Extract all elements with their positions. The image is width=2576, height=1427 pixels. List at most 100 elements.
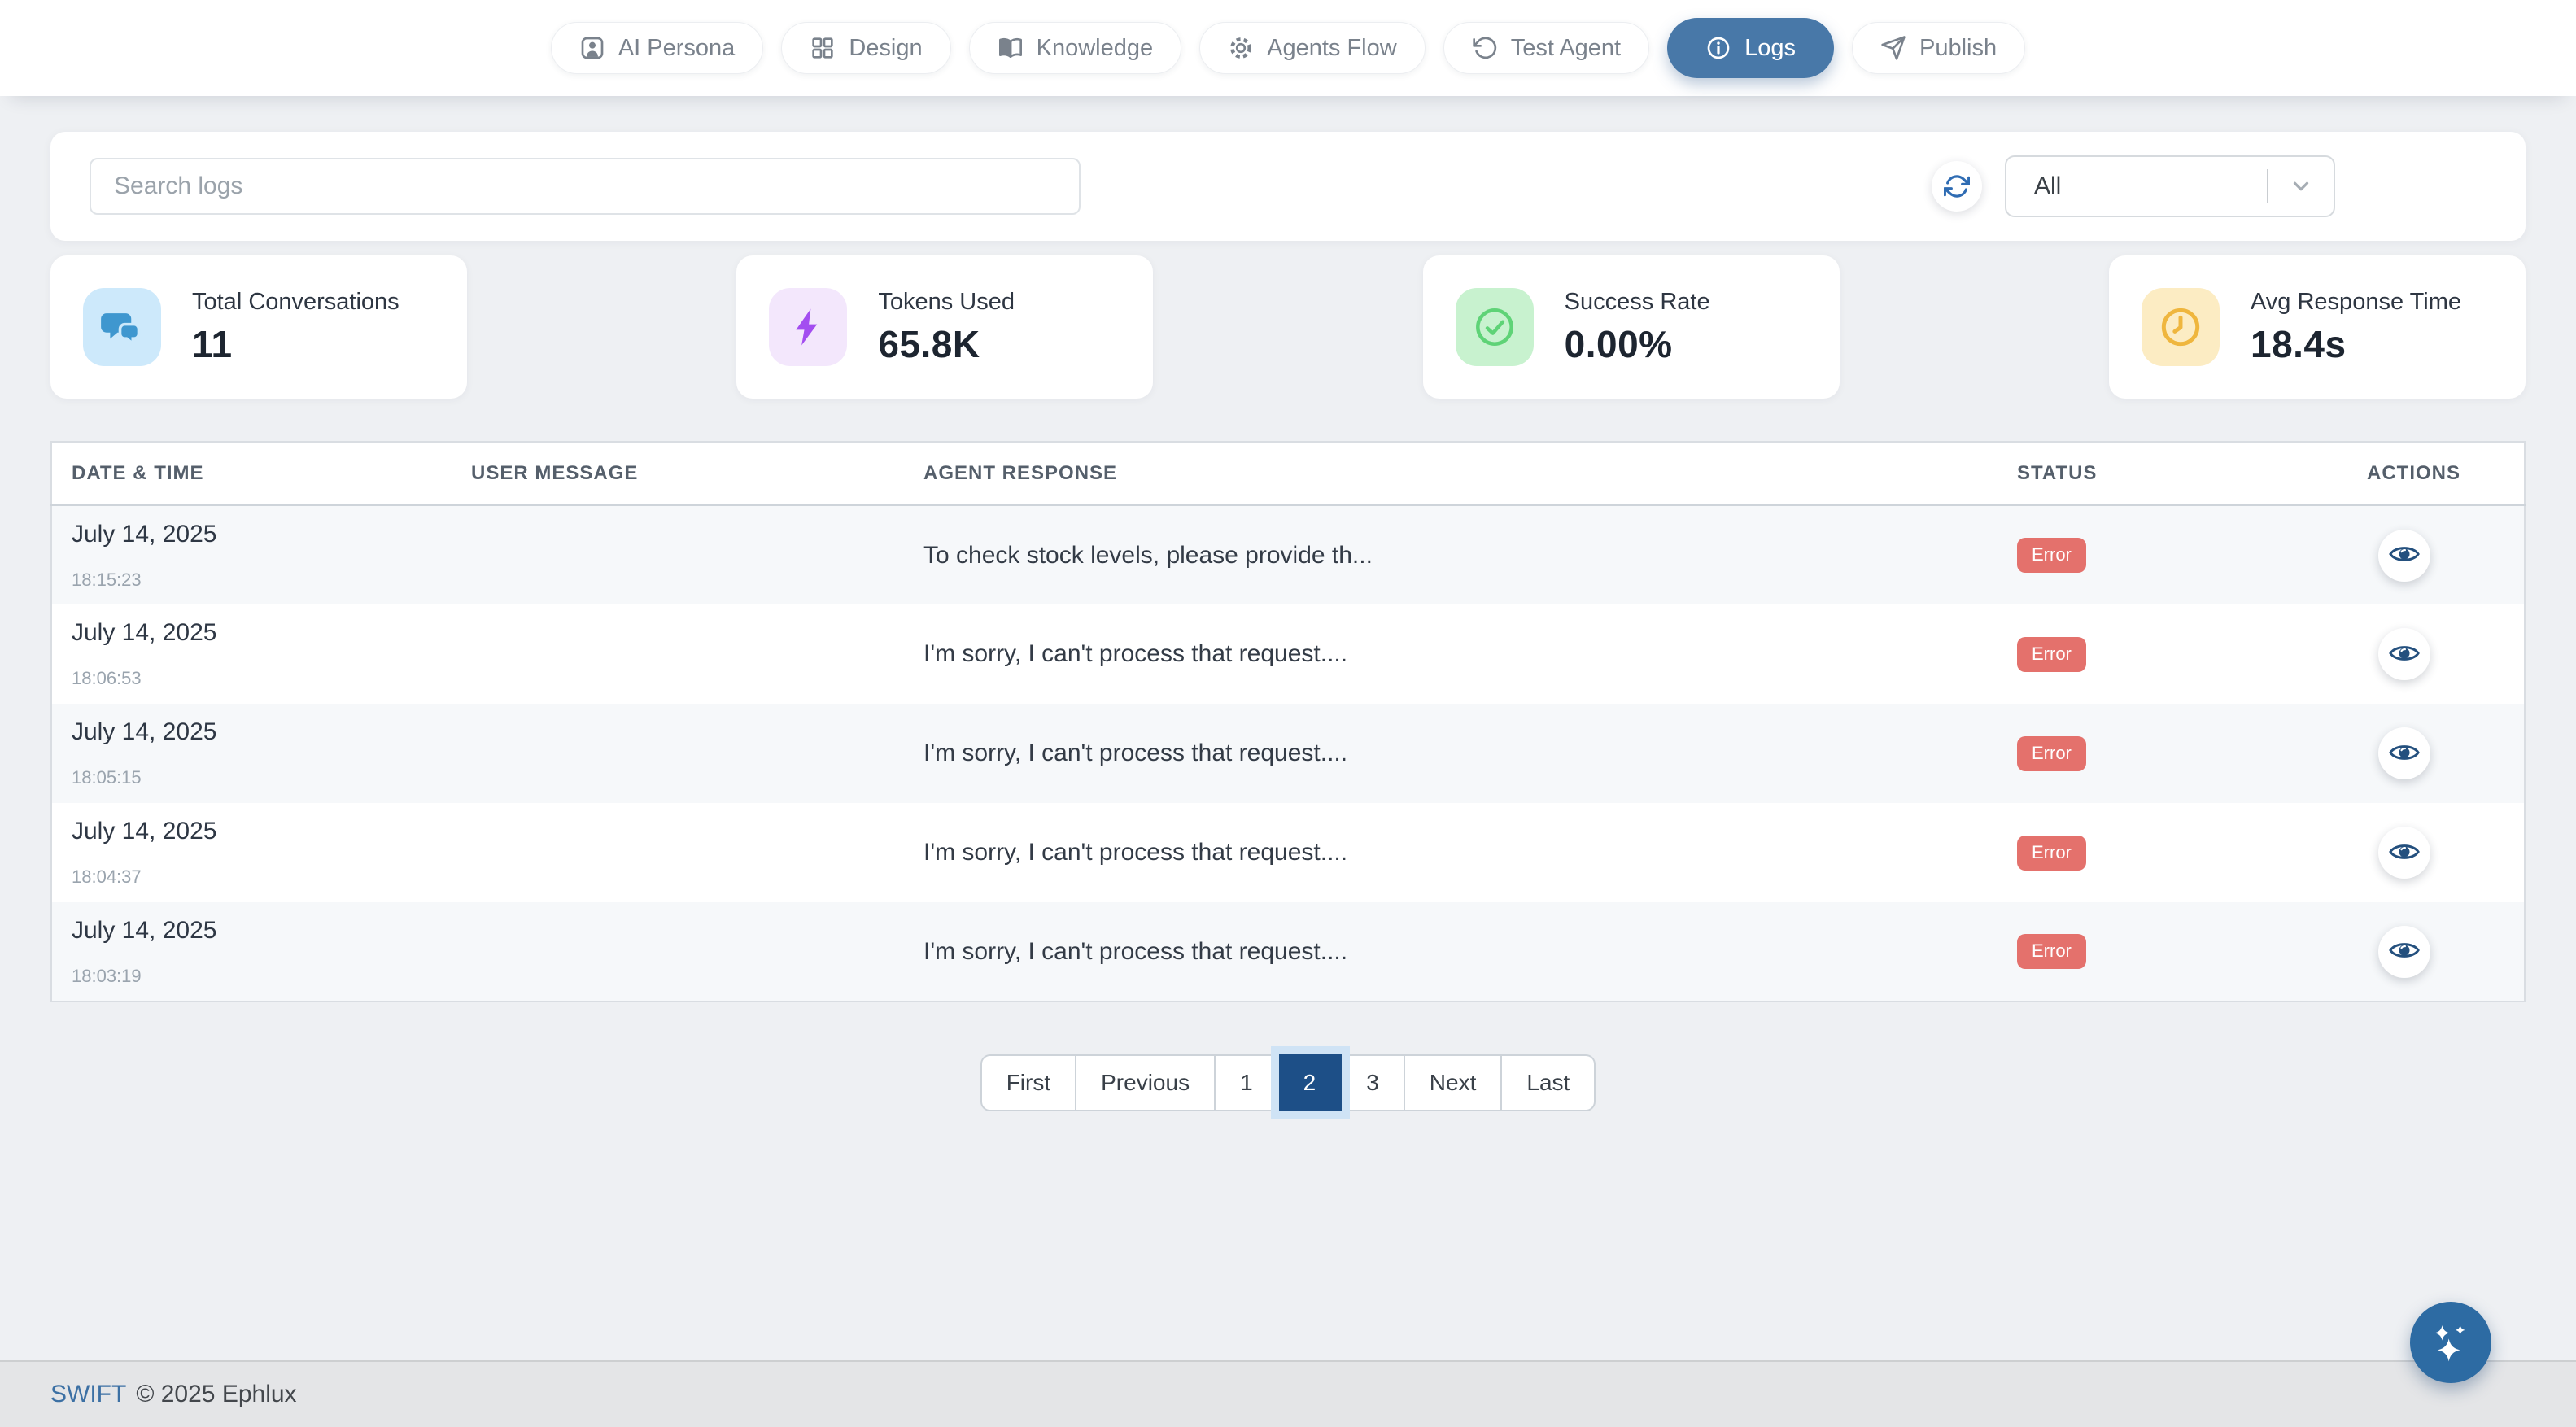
view-log-button[interactable] <box>2378 926 2430 978</box>
clock-icon <box>2142 288 2220 366</box>
log-date: July 14, 2025 <box>72 718 452 746</box>
page-footer: SWIFT © 2025 Ephlux <box>0 1360 2576 1427</box>
pagination-last-button[interactable]: Last <box>1502 1054 1596 1111</box>
tab-label: Publish <box>1919 35 1997 62</box>
bolt-icon <box>769 288 847 366</box>
cell-date-time: July 14, 2025 18:05:15 <box>51 704 452 803</box>
pagination: First Previous 1 2 3 Next Last <box>50 1054 2526 1111</box>
tab-design[interactable]: Design <box>781 22 950 74</box>
agent-response-text: To check stock levels, please provide th… <box>923 542 1373 569</box>
log-time: 18:03:19 <box>72 966 452 987</box>
eye-icon <box>2389 940 2420 963</box>
sparkles-icon <box>2428 1320 2473 1365</box>
pager-group: First Previous 1 2 3 Next Last <box>980 1054 1596 1111</box>
stat-text: Tokens Used 65.8K <box>878 289 1015 366</box>
cell-status: Error <box>1997 803 2347 902</box>
rotate-icon <box>1472 35 1498 61</box>
cell-status: Error <box>1997 704 2347 803</box>
view-log-button[interactable] <box>2378 727 2430 779</box>
tab-label: Test Agent <box>1511 35 1621 62</box>
tab-test-agent[interactable]: Test Agent <box>1443 22 1649 74</box>
eye-icon <box>2389 543 2420 567</box>
status-filter-value: All <box>2034 172 2061 200</box>
stat-value: 0.00% <box>1565 322 1710 366</box>
stat-card-success-rate: Success Rate 0.00% <box>1423 255 1840 399</box>
cell-actions <box>2347 604 2525 704</box>
chevron-down-icon <box>2268 174 2334 199</box>
cell-agent-response: I'm sorry, I can't process that request.… <box>904 803 1997 902</box>
stat-text: Success Rate 0.00% <box>1565 289 1710 366</box>
tab-agents-flow[interactable]: Agents Flow <box>1199 22 1426 74</box>
refresh-button[interactable] <box>1932 161 1982 212</box>
stat-value: 18.4s <box>2251 322 2461 366</box>
stat-card-total-conversations: Total Conversations 11 <box>50 255 467 399</box>
pagination-page-1-button[interactable]: 1 <box>1216 1054 1279 1111</box>
stats-row: Total Conversations 11 Tokens Used 65.8K <box>50 255 2526 399</box>
pagination-first-button[interactable]: First <box>980 1054 1076 1111</box>
status-badge: Error <box>2017 538 2086 573</box>
table-row: July 14, 2025 18:05:15 I'm sorry, I can't … <box>51 704 2525 803</box>
gear-icon <box>1228 35 1254 61</box>
pagination-previous-button[interactable]: Previous <box>1076 1054 1216 1111</box>
cell-date-time: July 14, 202518:04:37 <box>51 803 452 902</box>
tab-publish[interactable]: Publish <box>1852 22 2025 74</box>
check-circle-icon <box>1456 288 1534 366</box>
column-header-user-message: USER MESSAGE <box>452 442 904 505</box>
table-row: July 14, 2025 18:15:23 To check stock leve… <box>51 505 2525 604</box>
cell-status: Error <box>1997 604 2347 704</box>
chat-icon <box>83 288 161 366</box>
table-row: July 14, 2025 18:03:19 I'm sorry, I can't … <box>51 902 2525 1002</box>
view-log-button[interactable] <box>2378 628 2430 680</box>
brand-link[interactable]: SWIFT <box>50 1381 126 1408</box>
log-date: July 14, 2025 <box>72 917 452 945</box>
stat-label: Success Rate <box>1565 289 1710 316</box>
pagination-page-2-button[interactable]: 2 <box>1279 1054 1343 1111</box>
pagination-page-3-button[interactable]: 3 <box>1342 1054 1405 1111</box>
search-input[interactable] <box>90 158 1081 215</box>
status-badge: Error <box>2017 736 2086 771</box>
tab-logs[interactable]: Logs <box>1667 18 1834 78</box>
status-badge: Error <box>2017 934 2086 969</box>
cell-agent-response: I'm sorry, I can't process that request.… <box>904 704 1997 803</box>
stat-card-avg-response-time: Avg Response Time 18.4s <box>2109 255 2526 399</box>
agent-response-text: I'm sorry, I can't process that request.… <box>923 740 1347 766</box>
book-icon <box>998 35 1024 61</box>
cell-date-time: July 14, 2025 18:03:19 <box>51 902 452 1002</box>
ai-assistant-fab[interactable] <box>2410 1302 2491 1383</box>
eye-icon <box>2389 643 2420 666</box>
tab-ai-persona[interactable]: AI Persona <box>551 22 763 74</box>
view-log-button[interactable] <box>2378 530 2430 582</box>
info-icon <box>1705 35 1731 61</box>
stat-text: Total Conversations 11 <box>192 289 399 366</box>
persona-icon <box>579 35 605 61</box>
table-row: July 14, 202518:06:53I'm sorry, I can't … <box>51 604 2525 704</box>
pagination-next-button[interactable]: Next <box>1405 1054 1503 1111</box>
status-filter-dropdown[interactable]: All <box>2005 155 2335 217</box>
agent-response-text: I'm sorry, I can't process that request.… <box>923 938 1347 965</box>
log-time: 18:04:37 <box>72 866 452 888</box>
tab-label: Design <box>849 35 922 62</box>
cell-status: Error <box>1997 902 2347 1002</box>
stat-label: Avg Response Time <box>2251 289 2461 316</box>
cell-actions <box>2347 803 2525 902</box>
cell-user-message <box>452 803 904 902</box>
cell-actions <box>2347 902 2525 1002</box>
agent-response-text: I'm sorry, I can't process that request.… <box>923 640 1347 667</box>
cell-agent-response: I'm sorry, I can't process that request.… <box>904 902 1997 1002</box>
column-header-agent-response: AGENT RESPONSE <box>904 442 1997 505</box>
tab-knowledge[interactable]: Knowledge <box>969 22 1182 74</box>
log-date: July 14, 2025 <box>72 521 452 548</box>
logs-toolbar: All <box>50 132 2526 241</box>
tab-label: Knowledge <box>1037 35 1154 62</box>
stat-label: Total Conversations <box>192 289 399 316</box>
main-content: All Total Conversations 11 <box>0 132 2576 1111</box>
column-header-date-time: DATE & TIME <box>51 442 452 505</box>
column-header-status: STATUS <box>1997 442 2347 505</box>
log-time: 18:15:23 <box>72 569 452 591</box>
log-time: 18:05:15 <box>72 767 452 788</box>
tab-label: Agents Flow <box>1267 35 1397 62</box>
log-date: July 14, 2025 <box>72 619 452 647</box>
view-log-button[interactable] <box>2378 827 2430 879</box>
cell-user-message <box>452 902 904 1002</box>
stat-value: 11 <box>192 322 399 366</box>
